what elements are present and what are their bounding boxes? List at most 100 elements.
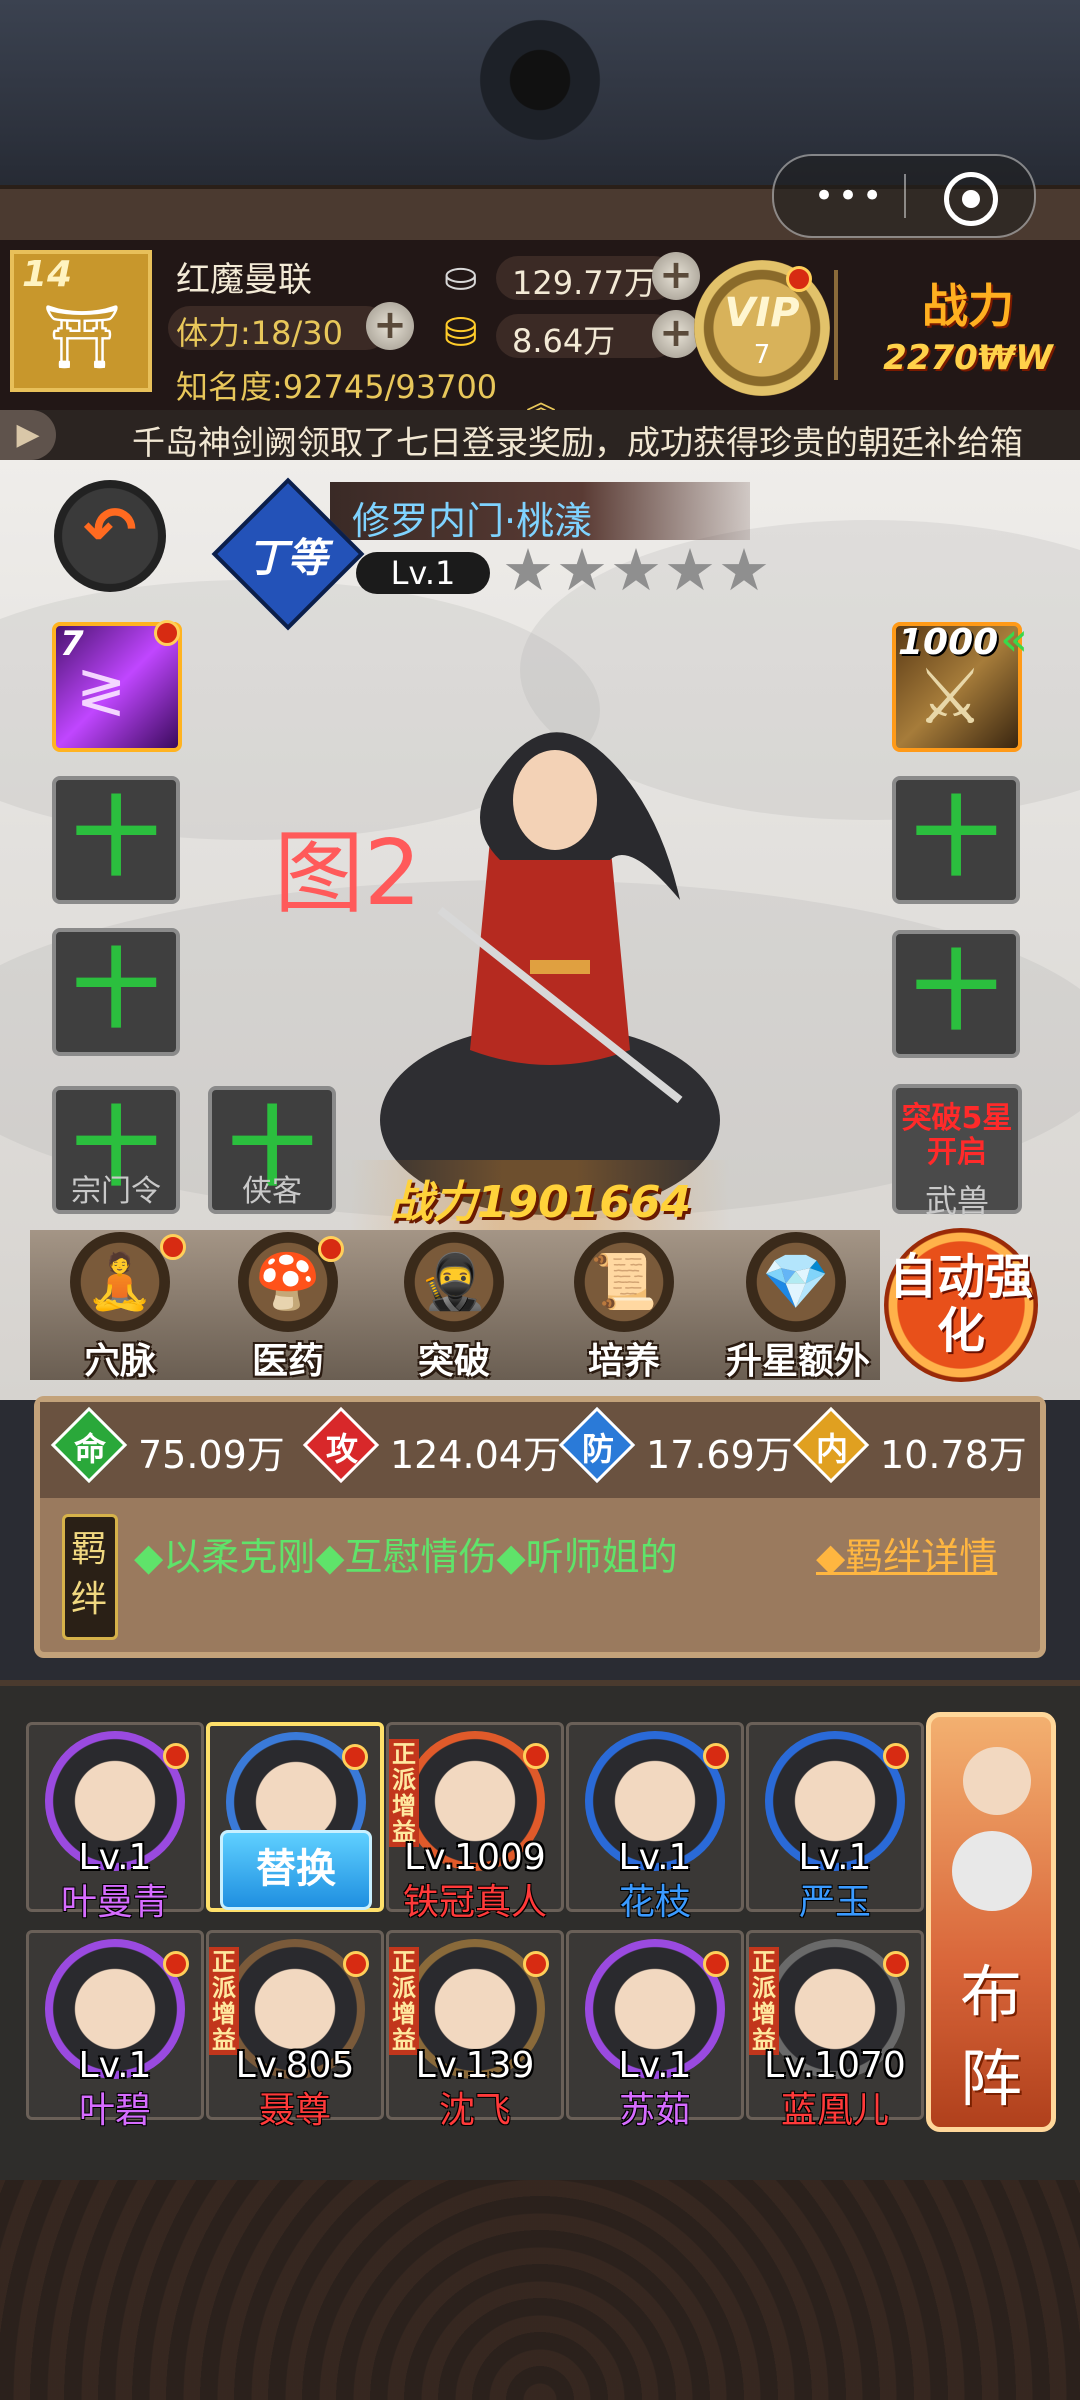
silver-ingot-icon: ⛀ <box>444 254 478 300</box>
action-label: 医药 <box>251 1341 324 1382</box>
member-level: Lv.1070 <box>764 2045 906 2086</box>
beast-slot[interactable]: 突破5星开启 武兽 <box>892 1084 1022 1220</box>
member-level: Lv.1 <box>78 1837 152 1878</box>
divider <box>834 270 838 380</box>
meridian-icon: 🧘 <box>70 1232 170 1332</box>
formation-button[interactable]: 布阵 <box>926 1712 1056 2132</box>
inner-glyph: 内 <box>815 1430 848 1468</box>
team-member-card[interactable]: Lv.1 严玉 <box>746 1722 924 1923</box>
notification-dot <box>163 1743 189 1769</box>
member-name: 沈飞 <box>438 2090 511 2131</box>
floor-pattern <box>0 2180 1080 2400</box>
attack-value: 124.04万 <box>390 1433 561 1477</box>
back-button[interactable]: ↶ <box>54 480 166 592</box>
power-label: 战力 <box>922 279 1014 333</box>
rank-badge-text: 丁等 <box>247 535 328 582</box>
ticker-arrow-icon[interactable]: ▶ <box>0 410 56 460</box>
add-stamina-button[interactable]: + <box>366 302 414 350</box>
equip-slot-right-2[interactable]: 十 <box>892 930 1020 1058</box>
sect-token-slot[interactable]: 十 宗门令 <box>52 1086 180 1214</box>
equip-slot-left-2[interactable]: 十 <box>52 928 180 1056</box>
member-name: 蓝凰儿 <box>780 2090 889 2131</box>
action-meridian-button[interactable]: 🧘 穴脉 <box>50 1220 190 1390</box>
inner-value: 10.78万 <box>880 1433 1027 1477</box>
team-member-card[interactable]: 替换 <box>206 1722 384 1912</box>
pagoda-icon: ⛩ <box>42 300 122 373</box>
bond-detail-link[interactable]: ◆羁绊详情 <box>816 1526 997 1581</box>
notification-dot <box>523 1743 549 1769</box>
sword-icon: ⚔ <box>916 652 985 741</box>
righteous-buff-tag: 正派增益 <box>749 1947 779 2055</box>
hero-name-banner: 修罗内门·桃漾 <box>330 482 750 543</box>
team-member-card[interactable]: 正派增益 Lv.139 沈飞 <box>386 1930 564 2131</box>
swap-button[interactable]: 替换 <box>220 1830 372 1910</box>
team-member-card[interactable]: Lv.1 叶碧 <box>26 1930 204 2131</box>
player-name: 红魔曼联 <box>176 260 312 300</box>
defense-value: 17.69万 <box>646 1433 793 1477</box>
power-value: 2270₩W <box>883 338 1053 378</box>
upgrade-arrow-icon: « <box>1000 612 1029 666</box>
notification-dot <box>343 1951 369 1977</box>
member-level: Lv.1 <box>798 1837 872 1878</box>
vip-level: 7 <box>753 340 771 370</box>
action-label: 培养 <box>587 1341 660 1382</box>
equip-slot-right-1[interactable]: 十 <box>892 776 1020 904</box>
skill-slash-icon: ≷ <box>76 656 127 726</box>
skill-slot[interactable]: 7 ≷ <box>52 620 182 752</box>
companion-slot[interactable]: 十 侠客 <box>208 1086 336 1214</box>
hero-level: Lv.1 <box>356 552 490 594</box>
beast-lock-text: 突破5星开启 <box>901 1101 1013 1170</box>
capsule-divider <box>904 174 906 218</box>
action-label: 升星额外 <box>726 1341 871 1382</box>
add-icon: 十 <box>73 788 159 888</box>
team-member-card[interactable]: 正派增益 Lv.805 聂尊 <box>206 1930 384 2131</box>
member-name: 铁冠真人 <box>402 1882 547 1923</box>
team-member-card[interactable]: Lv.1 花枝 <box>566 1722 744 1923</box>
formation-label: 布阵 <box>959 1958 1022 2115</box>
notification-dot <box>786 266 812 292</box>
action-breakthrough-button[interactable]: 🥷 突破 <box>384 1220 524 1390</box>
silver-value: 129.77万 <box>512 264 656 302</box>
fame-value: 知名度:92745/93700 <box>176 368 498 406</box>
back-arrow-icon: ↶ <box>83 494 137 568</box>
scroll-icon: 📜 <box>574 1232 674 1332</box>
member-name: 叶碧 <box>78 2090 151 2131</box>
notification-dot <box>883 1951 909 1977</box>
notification-dot <box>703 1743 729 1769</box>
target-icon[interactable] <box>944 172 998 226</box>
roof-ornament <box>470 10 610 150</box>
equip-slot-left-1[interactable]: 十 <box>52 776 180 904</box>
bond-list: ◆以柔克刚◆互慰情伤◆听师姐的 <box>134 1535 678 1579</box>
stamina-value: 体力:18/30 <box>176 314 344 352</box>
vip-badge[interactable]: VIP 7 <box>694 260 830 396</box>
notification-dot <box>883 1743 909 1769</box>
notification-dot <box>160 1234 186 1260</box>
team-member-card[interactable]: Lv.1 叶曼青 <box>26 1722 204 1923</box>
righteous-buff-tag: 正派增益 <box>389 1739 419 1847</box>
notification-dot <box>703 1951 729 1977</box>
defense-glyph: 防 <box>581 1430 614 1468</box>
add-silver-button[interactable]: + <box>652 252 700 300</box>
action-medicine-button[interactable]: 🍄 医药 <box>218 1220 358 1390</box>
hero-stars: ★★★★★ <box>502 536 772 604</box>
bond-tag: 羁绊 <box>62 1514 118 1640</box>
add-gold-button[interactable]: + <box>652 310 700 358</box>
auto-strengthen-button[interactable]: 自动强化 <box>884 1228 1038 1382</box>
hp-value: 75.09万 <box>138 1433 285 1477</box>
notification-dot <box>163 1951 189 1977</box>
total-power: 战力 2270₩W <box>858 270 1078 378</box>
hero-detail-area: ↶ 修罗内门·桃漾 丁等 Lv.1 ★★★★★ 7 ≷ 十 十 十 宗门令 十 … <box>0 460 1080 1400</box>
more-dots-icon[interactable]: ••• <box>814 176 886 216</box>
action-star-up-button[interactable]: 💎 升星额外 <box>726 1220 871 1390</box>
weapon-slot[interactable]: ⚔ 1000 « <box>892 612 1028 752</box>
hero-face <box>513 750 597 850</box>
bond-tag-text: 羁绊 <box>70 1529 107 1620</box>
action-cultivate-button[interactable]: 📜 培养 <box>554 1220 694 1390</box>
member-level: Lv.1 <box>618 1837 692 1878</box>
player-avatar[interactable]: 14 ⛩ <box>10 250 152 392</box>
member-name: 严玉 <box>798 1882 871 1923</box>
team-member-card[interactable]: 正派增益 Lv.1070 蓝凰儿 <box>746 1930 924 2131</box>
mini-program-capsule[interactable]: ••• <box>772 154 1036 238</box>
team-member-card[interactable]: 正派增益 Lv.1009 铁冠真人 <box>386 1722 564 1923</box>
team-member-card[interactable]: Lv.1 苏茹 <box>566 1930 744 2131</box>
